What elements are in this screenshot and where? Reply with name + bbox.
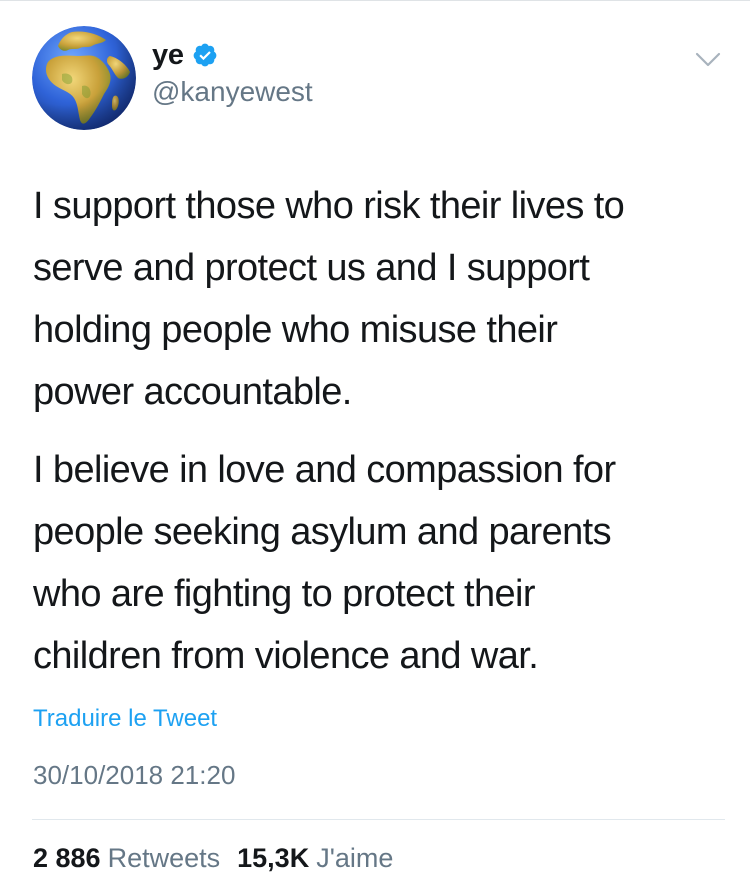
- chevron-down-icon[interactable]: [694, 50, 722, 70]
- globe-africa-icon: [32, 26, 136, 130]
- likes-count: 15,3K: [237, 843, 310, 873]
- tweet-line: holding people who misuse their: [33, 309, 558, 351]
- tweet-line: children from violence and war.: [33, 635, 539, 677]
- tweet-line: power accountable.: [33, 371, 352, 413]
- author-handle[interactable]: @kanyewest: [152, 76, 313, 108]
- tweet-line: people seeking asylum and parents: [33, 511, 612, 553]
- tweet-line: I believe in love and compassion for: [33, 449, 616, 491]
- tweet-line: who are fighting to protect their: [33, 573, 536, 615]
- tweet-paragraph: I believe in love and compassion for peo…: [33, 439, 723, 687]
- likes-stat[interactable]: 15,3K J'aime: [237, 843, 393, 874]
- avatar[interactable]: [32, 26, 136, 130]
- tweet-line: serve and protect us and I support: [33, 247, 590, 289]
- retweets-stat[interactable]: 2 886 Retweets: [33, 843, 220, 874]
- tweet-line: I support those who risk their lives to: [33, 185, 625, 227]
- tweet-timestamp[interactable]: 30/10/2018 21:20: [33, 760, 235, 791]
- verified-badge-icon: [193, 43, 217, 67]
- author-display-name[interactable]: ye: [152, 39, 184, 72]
- tweet-stats: 2 886 Retweets 15,3K J'aime: [33, 843, 393, 874]
- author-name-row[interactable]: ye: [152, 38, 218, 72]
- tweet-text: I support those who risk their lives to …: [33, 175, 723, 687]
- translate-tweet-link[interactable]: Traduire le Tweet: [33, 705, 217, 733]
- retweets-label: Retweets: [107, 843, 221, 873]
- tweet-paragraph: I support those who risk their lives to …: [33, 175, 723, 423]
- likes-label: J'aime: [316, 843, 394, 873]
- tweet-card: ye @kanyewest I support those who risk t…: [0, 0, 750, 886]
- stats-divider: [32, 819, 725, 820]
- retweets-count: 2 886: [33, 843, 101, 873]
